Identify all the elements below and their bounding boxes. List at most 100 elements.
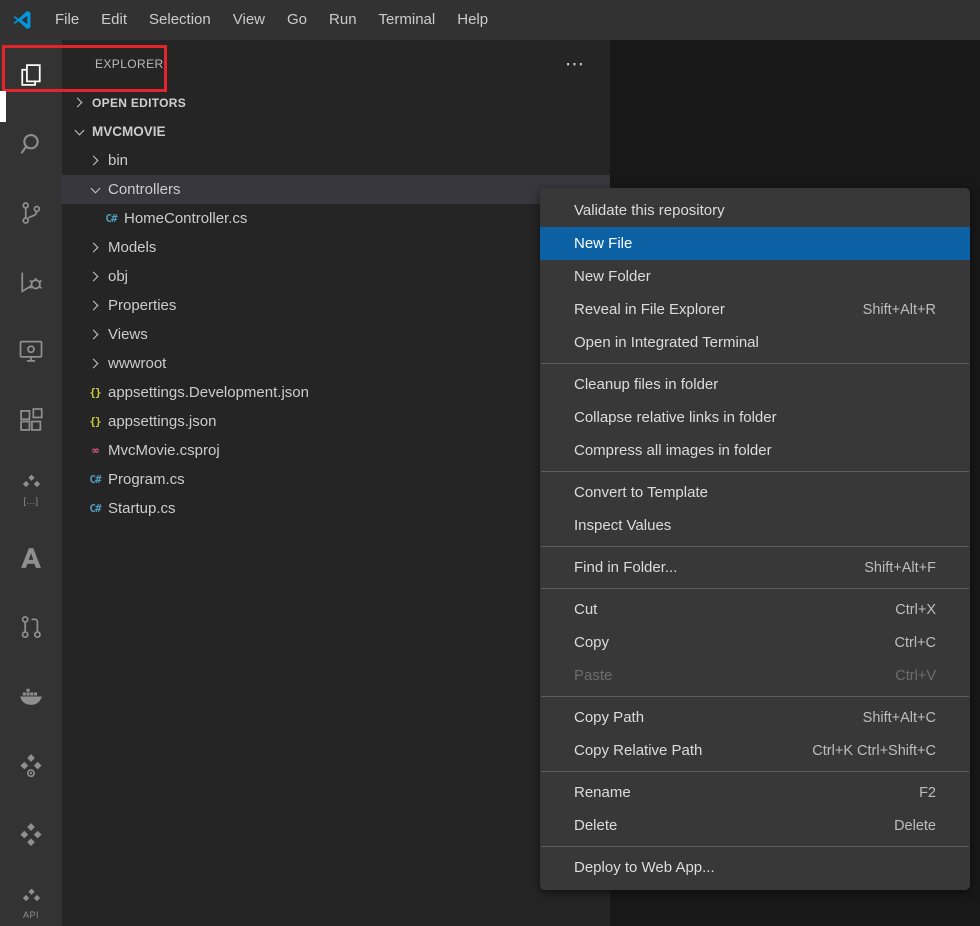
- context-menu-item-delete[interactable]: DeleteDelete: [540, 809, 970, 842]
- menu-item-label: Find in Folder...: [574, 559, 677, 576]
- tree-item-appsettings-json[interactable]: {}appsettings.json: [62, 407, 610, 436]
- activity-bar: [...] API: [0, 40, 62, 926]
- tree-item-label: MvcMovie.csproj: [108, 442, 220, 459]
- tree-item-label: MVCMOVIE: [92, 124, 166, 139]
- menu-bar: FileEditSelectionViewGoRunTerminalHelp: [44, 0, 499, 40]
- tree-item-label: Views: [108, 326, 148, 343]
- menu-selection[interactable]: Selection: [138, 0, 222, 40]
- tree-item-obj[interactable]: obj: [62, 262, 610, 291]
- context-menu-item-new-folder[interactable]: New Folder: [540, 260, 970, 293]
- context-menu-item-new-file[interactable]: New File: [540, 227, 970, 260]
- tree-item-label: Startup.cs: [108, 500, 176, 517]
- menu-item-shortcut: Shift+Alt+F: [864, 560, 936, 576]
- search-icon: [17, 130, 45, 158]
- menu-item-label: New Folder: [574, 268, 651, 285]
- tree-item-program-cs[interactable]: C#Program.cs: [62, 465, 610, 494]
- tree-item-startup-cs[interactable]: C#Startup.cs: [62, 494, 610, 523]
- activity-item-extensions[interactable]: [0, 385, 62, 454]
- context-menu-item-cut[interactable]: CutCtrl+X: [540, 593, 970, 626]
- tree-item-bin[interactable]: bin: [62, 146, 610, 175]
- context-menu-item-reveal-in-file-explorer[interactable]: Reveal in File ExplorerShift+Alt+R: [540, 293, 970, 326]
- azure-api-management-icon: [20, 886, 43, 909]
- activity-item-azure-static-web-apps[interactable]: [0, 799, 62, 868]
- activity-item-azure-resources[interactable]: [0, 730, 62, 799]
- vscode-logo-icon: [0, 9, 44, 31]
- activity-item-search[interactable]: [0, 109, 62, 178]
- menu-separator: [541, 588, 969, 589]
- menu-item-label: Deploy to Web App...: [574, 859, 715, 876]
- tree-item-models[interactable]: Models: [62, 233, 610, 262]
- context-menu-item-rename[interactable]: Rename F2: [540, 776, 970, 809]
- extensions-icon: [17, 406, 45, 434]
- tree-item-appsettings-development-json[interactable]: {}appsettings.Development.json: [62, 378, 610, 407]
- menu-view[interactable]: View: [222, 0, 276, 40]
- context-menu-item-copy-path[interactable]: Copy PathShift+Alt+C: [540, 701, 970, 734]
- tree-item-label: OPEN EDITORS: [92, 96, 186, 110]
- tree-item-mvcmovie[interactable]: MVCMOVIE: [62, 117, 610, 146]
- menu-item-label: Compress all images in folder: [574, 442, 772, 459]
- context-menu-item-inspect-values[interactable]: Inspect Values: [540, 509, 970, 542]
- tree-item-controllers[interactable]: Controllers: [62, 175, 610, 204]
- menu-item-label: Rename: [574, 784, 631, 801]
- context-menu-item-validate-this-repository[interactable]: Validate this repository: [540, 194, 970, 227]
- context-menu-item-open-in-integrated-terminal[interactable]: Open in Integrated Terminal: [540, 326, 970, 359]
- activity-item-remote-explorer[interactable]: [0, 316, 62, 385]
- more-actions-icon[interactable]: ⋯: [565, 55, 584, 74]
- activity-item-github-pull-requests[interactable]: [0, 592, 62, 661]
- menu-item-label: Convert to Template: [574, 484, 708, 501]
- menu-run[interactable]: Run: [318, 0, 368, 40]
- azure-functions-icon: [20, 472, 43, 495]
- tree-item-views[interactable]: Views: [62, 320, 610, 349]
- tree-item-label: bin: [108, 152, 128, 169]
- tree-item-label: appsettings.Development.json: [108, 384, 309, 401]
- menu-item-shortcut: Shift+Alt+C: [863, 710, 936, 726]
- context-menu-item-compress-all-images-in-folder[interactable]: Compress all images in folder: [540, 434, 970, 467]
- json-file-icon: {}: [86, 413, 104, 431]
- tree-item-properties[interactable]: Properties: [62, 291, 610, 320]
- menu-help[interactable]: Help: [446, 0, 499, 40]
- menu-item-label: Delete: [574, 817, 617, 834]
- context-menu-item-deploy-to-web-app[interactable]: Deploy to Web App...: [540, 851, 970, 884]
- context-menu-item-paste: PasteCtrl+V: [540, 659, 970, 692]
- tree-item-open-editors[interactable]: OPEN EDITORS: [62, 88, 610, 117]
- tree-item-homecontroller-cs[interactable]: C#HomeController.cs: [62, 204, 610, 233]
- menu-item-label: Copy Relative Path: [574, 742, 702, 759]
- context-menu-item-copy-relative-path[interactable]: Copy Relative PathCtrl+K Ctrl+Shift+C: [540, 734, 970, 767]
- menu-file[interactable]: File: [44, 0, 90, 40]
- menu-edit[interactable]: Edit: [90, 0, 138, 40]
- activity-item-azure[interactable]: [0, 523, 62, 592]
- chevron-right-icon: [86, 239, 104, 257]
- source-control-icon: [17, 199, 45, 227]
- tree-item-label: Models: [108, 239, 156, 256]
- context-menu-item-find-in-folder[interactable]: Find in Folder... Shift+Alt+F: [540, 551, 970, 584]
- tree-item-label: HomeController.cs: [124, 210, 247, 227]
- cs-file-icon: C#: [86, 471, 104, 489]
- menu-item-label: Cleanup files in folder: [574, 376, 718, 393]
- menu-item-label: Open in Integrated Terminal: [574, 334, 759, 351]
- context-menu-item-convert-to-template[interactable]: Convert to Template: [540, 476, 970, 509]
- activity-item-docker[interactable]: [0, 661, 62, 730]
- menu-item-label: New File: [574, 235, 632, 252]
- activity-item-source-control[interactable]: [0, 178, 62, 247]
- menu-item-label: Collapse relative links in folder: [574, 409, 777, 426]
- chevron-right-icon: [86, 152, 104, 170]
- chevron-right-icon: [86, 355, 104, 373]
- menu-separator: [541, 471, 969, 472]
- annotation-red-box: [2, 45, 167, 92]
- csproj-file-icon: ∞: [86, 442, 104, 460]
- menu-separator: [541, 846, 969, 847]
- tree-item-wwwroot[interactable]: wwwroot: [62, 349, 610, 378]
- menu-go[interactable]: Go: [276, 0, 318, 40]
- menu-item-label: Validate this repository: [574, 202, 725, 219]
- menu-item-shortcut: F2: [919, 785, 936, 801]
- context-menu-item-collapse-relative-links-in-folder[interactable]: Collapse relative links in folder: [540, 401, 970, 434]
- activity-item-azure-functions[interactable]: [...]: [0, 454, 62, 523]
- remote-explorer-icon: [17, 337, 45, 365]
- menu-terminal[interactable]: Terminal: [368, 0, 447, 40]
- tree-item-mvcmovie-csproj[interactable]: ∞MvcMovie.csproj: [62, 436, 610, 465]
- context-menu-item-cleanup-files-in-folder[interactable]: Cleanup files in folder: [540, 368, 970, 401]
- activity-item-run-and-debug[interactable]: [0, 247, 62, 316]
- activity-item-azure-api-management[interactable]: API: [0, 868, 62, 926]
- context-menu-item-copy[interactable]: CopyCtrl+C: [540, 626, 970, 659]
- azure-functions-caption: [...]: [23, 496, 38, 506]
